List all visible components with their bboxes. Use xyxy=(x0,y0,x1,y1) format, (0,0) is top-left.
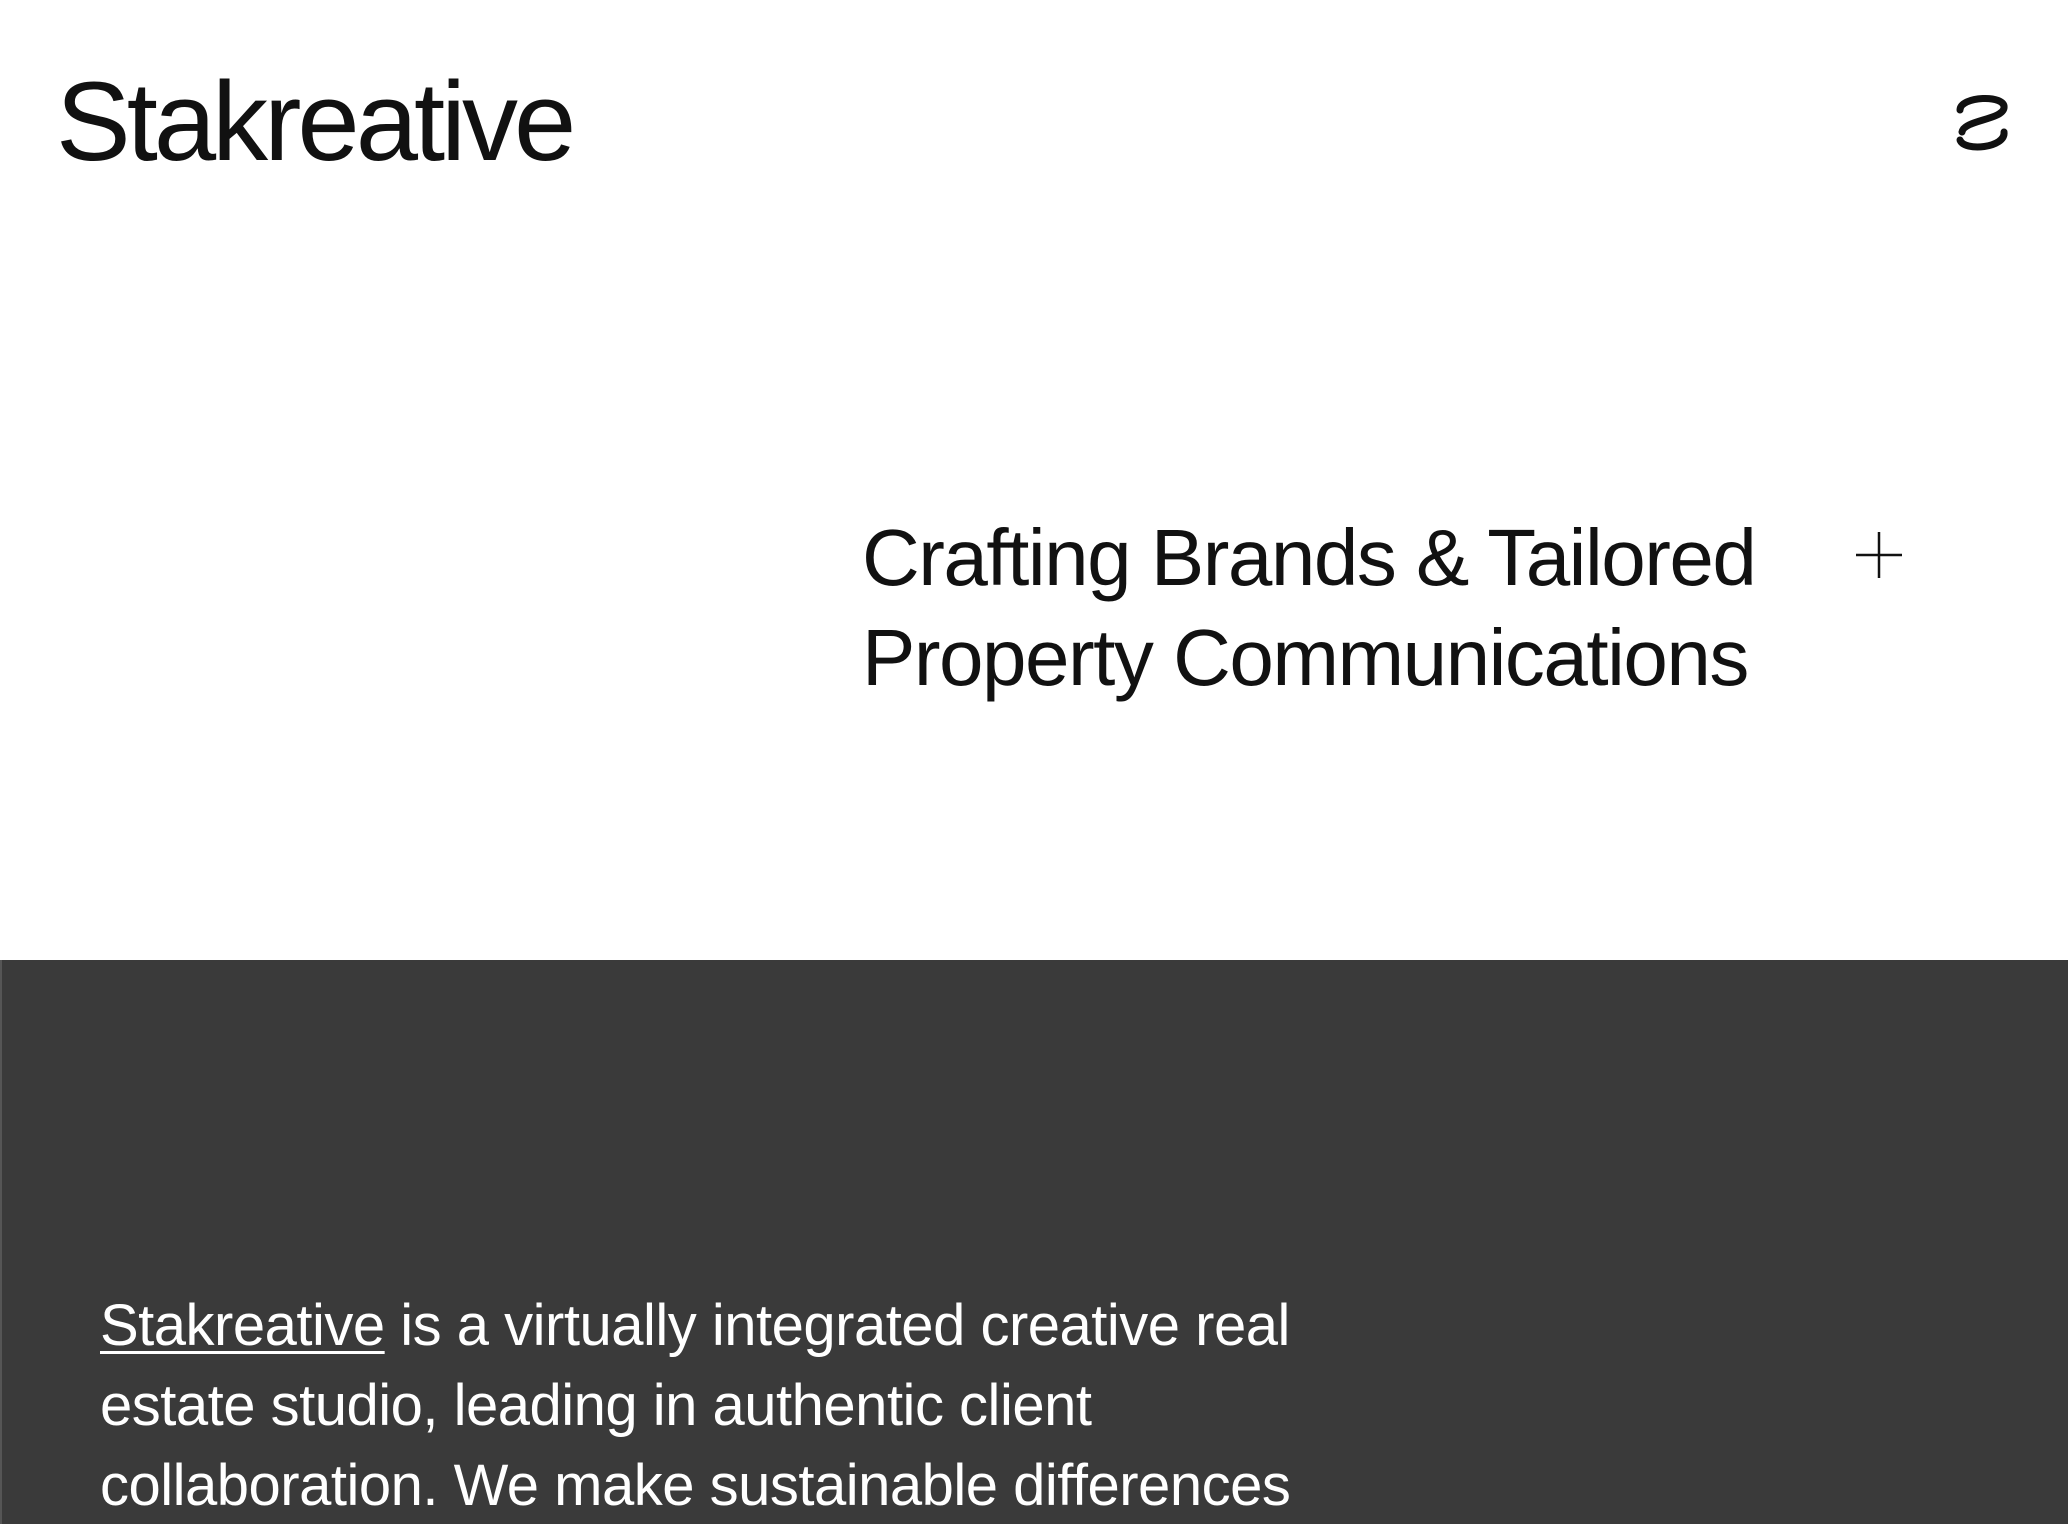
plus-icon xyxy=(1856,532,1902,578)
about-line-1: Stakreative is a virtually integrated cr… xyxy=(100,1286,1440,1366)
hero-section: Crafting Brands & Tailored Property Comm… xyxy=(0,240,2068,960)
menu-toggle-button[interactable] xyxy=(1952,86,2014,166)
about-line-2: estate studio, leading in authentic clie… xyxy=(100,1373,1092,1438)
tagline-line-2: Property Communications xyxy=(862,613,1749,702)
hero-tagline: Crafting Brands & Tailored Property Comm… xyxy=(862,508,1822,708)
about-line-3: collaboration. We make sustainable diffe… xyxy=(100,1453,1291,1518)
expand-button[interactable] xyxy=(1852,528,1906,582)
about-brand-link[interactable]: Stakreative xyxy=(100,1293,385,1358)
about-description: Stakreative is a virtually integrated cr… xyxy=(100,1286,1440,1524)
stakreative-s-icon xyxy=(1956,94,2008,151)
site-header: Stakreative xyxy=(0,0,2068,240)
brand-logo-link[interactable]: Stakreative xyxy=(56,66,576,178)
page: Stakreative Crafting Brands & Tailored P… xyxy=(0,0,2068,1524)
about-section: Stakreative is a virtually integrated cr… xyxy=(0,960,2068,1524)
about-line-1-text: is a virtually integrated creative real xyxy=(384,1293,1290,1358)
tagline-line-1: Crafting Brands & Tailored xyxy=(862,513,1757,602)
